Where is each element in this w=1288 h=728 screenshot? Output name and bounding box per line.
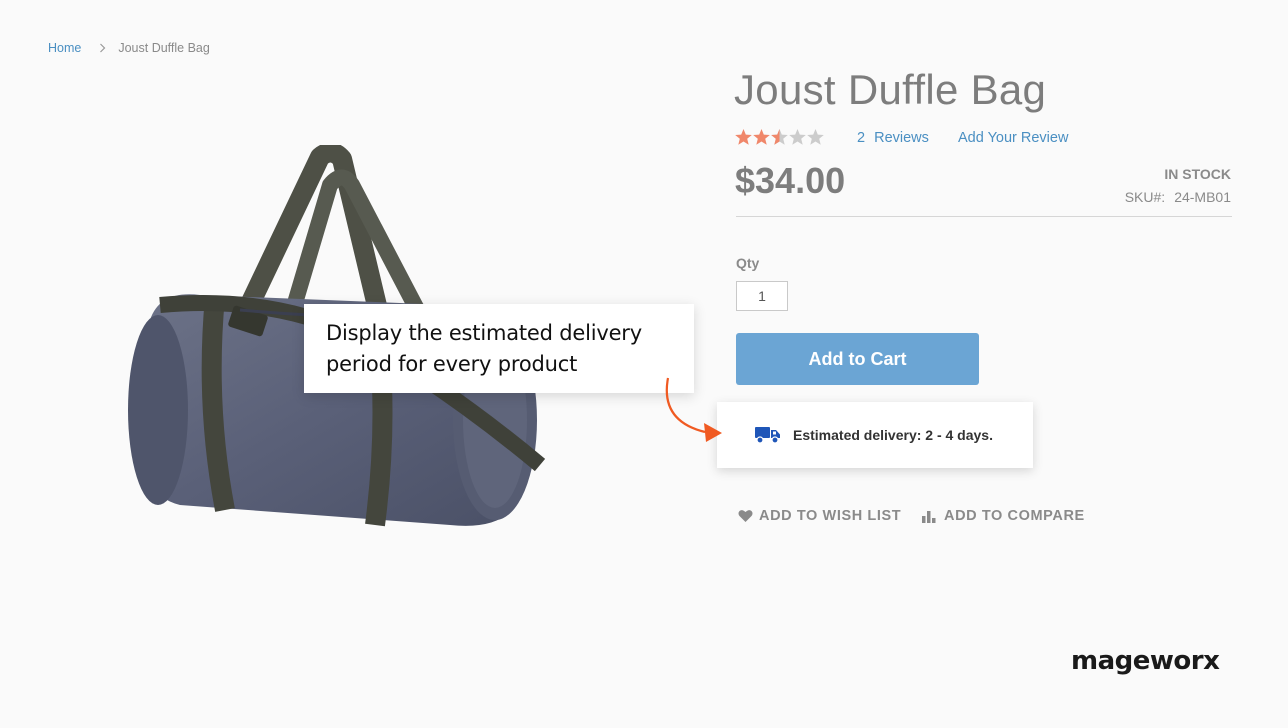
divider: [736, 216, 1232, 217]
star-icon: [735, 129, 752, 145]
reviews-link[interactable]: 2 Reviews: [857, 130, 929, 146]
reviews-label: Reviews: [874, 130, 929, 146]
qty-label: Qty: [736, 255, 760, 271]
feature-callout: Display the estimated delivery period fo…: [304, 304, 694, 393]
truck-icon: [755, 426, 781, 444]
star-empty-icon: [789, 129, 806, 145]
breadcrumb-home-link[interactable]: Home: [48, 41, 81, 55]
stock-status: IN STOCK: [1164, 166, 1231, 182]
add-to-compare-link[interactable]: ADD TO COMPARE: [922, 508, 1085, 524]
breadcrumb: Home Joust Duffle Bag: [48, 41, 210, 55]
chevron-right-icon: [99, 43, 106, 53]
sku: SKU#: 24-MB01: [1125, 189, 1231, 205]
reviews-count: 2: [857, 130, 866, 146]
heart-icon: [738, 509, 753, 523]
breadcrumb-current: Joust Duffle Bag: [118, 41, 210, 55]
bar-chart-icon: [922, 509, 938, 523]
callout-arrow-icon: [665, 377, 722, 442]
rating-stars: [735, 128, 825, 148]
add-to-wishlist-link[interactable]: ADD TO WISH LIST: [738, 508, 901, 524]
brand-logo: mageworx: [1071, 646, 1220, 676]
star-empty-icon: [807, 129, 824, 145]
product-title: Joust Duffle Bag: [734, 66, 1047, 113]
star-half-icon: [771, 129, 788, 145]
sku-value: 24-MB01: [1174, 189, 1231, 205]
add-to-wishlist-label: ADD TO WISH LIST: [759, 508, 902, 524]
estimated-delivery-text: Estimated delivery: 2 - 4 days.: [793, 427, 993, 443]
add-to-cart-button[interactable]: Add to Cart: [736, 333, 979, 385]
product-price: $34.00: [735, 160, 846, 201]
callout-text: Display the estimated delivery period fo…: [326, 321, 642, 376]
add-review-link[interactable]: Add Your Review: [958, 130, 1068, 146]
add-to-compare-label: ADD TO COMPARE: [944, 508, 1085, 524]
qty-input[interactable]: [736, 281, 788, 311]
star-icon: [753, 129, 770, 145]
estimated-delivery-box: Estimated delivery: 2 - 4 days.: [717, 402, 1033, 468]
sku-label: SKU#:: [1124, 189, 1166, 205]
